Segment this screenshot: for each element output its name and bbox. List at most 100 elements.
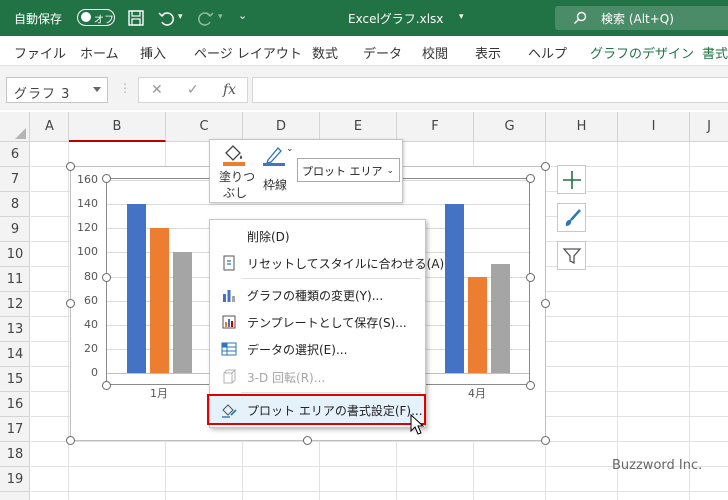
tab-chart-design[interactable]: グラフのデザイン: [590, 43, 694, 62]
cancel-icon[interactable]: ✕: [151, 82, 163, 98]
y-tick-label: 160: [77, 173, 98, 186]
row-header[interactable]: 14: [0, 342, 30, 367]
chart-type-icon: [223, 290, 235, 302]
row-header[interactable]: 15: [0, 367, 30, 392]
menu-item-reset-style[interactable]: リセットしてスタイルに合わせる(A): [210, 250, 444, 276]
plot-area-handle[interactable]: [102, 273, 111, 282]
enter-icon[interactable]: ✓: [187, 82, 199, 98]
menu-item-save-template[interactable]: テンプレートとして保存(S)...: [210, 309, 425, 335]
column-header-b[interactable]: B: [69, 112, 166, 142]
column-header-d[interactable]: D: [243, 112, 320, 142]
tab-view[interactable]: 表示: [475, 43, 501, 62]
plot-area-handle[interactable]: [526, 174, 535, 183]
tab-file[interactable]: ファイル: [14, 43, 66, 62]
insert-function-icon[interactable]: fx: [223, 82, 236, 98]
3d-rotation-icon: [223, 369, 237, 384]
mouse-cursor-icon: [410, 414, 425, 435]
menu-item-label: データの選択(E)...: [247, 343, 348, 357]
column-header-e[interactable]: E: [320, 112, 397, 142]
fill-label-2[interactable]: ぶし: [223, 184, 247, 201]
redo-dropdown-icon[interactable]: ▾: [218, 12, 223, 22]
row-header[interactable]: 11: [0, 267, 30, 292]
menu-item-label: テンプレートとして保存(S)...: [247, 316, 407, 330]
row-header[interactable]: 10: [0, 242, 30, 267]
y-tick-label: 140: [77, 197, 98, 211]
filename-dropdown-icon[interactable]: ▾: [459, 12, 464, 22]
menu-item-select-data[interactable]: データの選択(E)...: [210, 336, 425, 362]
row-header[interactable]: 13: [0, 317, 30, 342]
menu-item-3d-rotation[interactable]: 3-D 回転(R)...: [210, 364, 425, 390]
formula-bar-grip-icon[interactable]: ⋮: [119, 81, 131, 95]
menu-item-label: 削除(D): [247, 230, 290, 244]
plot-area-handle[interactable]: [526, 273, 535, 282]
chart-elements-button[interactable]: [557, 165, 586, 194]
column-header-j[interactable]: J: [690, 112, 728, 142]
tab-page-layout[interactable]: ページ レイアウト: [194, 43, 302, 62]
plot-area-handle[interactable]: [102, 174, 111, 183]
row-headers: 6 7 8 9 10 11 12 13 14 15 16 17 18 19: [0, 142, 30, 500]
column-header-h[interactable]: H: [546, 112, 618, 142]
resize-handle[interactable]: [66, 436, 75, 445]
tab-format[interactable]: 書式: [702, 43, 728, 62]
name-box[interactable]: グラフ 3: [6, 77, 108, 103]
row-header[interactable]: 17: [0, 417, 30, 442]
chart-element-select[interactable]: プロット エリア ⌄: [297, 158, 400, 182]
redo-icon[interactable]: [196, 8, 216, 28]
chevron-down-icon: ⌄: [386, 166, 394, 176]
row-header[interactable]: 8: [0, 192, 30, 217]
toggle-knob-icon: [81, 12, 91, 22]
customize-qat-icon[interactable]: ⌄: [238, 9, 247, 22]
autosave-toggle[interactable]: オフ: [77, 9, 115, 26]
name-box-dropdown-icon[interactable]: [93, 87, 101, 92]
row-header[interactable]: 12: [0, 292, 30, 317]
reset-style-icon: [223, 255, 235, 271]
column-header-a[interactable]: A: [31, 112, 69, 142]
column-header-c[interactable]: C: [166, 112, 243, 142]
outline-label[interactable]: 枠線: [263, 176, 287, 193]
undo-dropdown-icon[interactable]: ▾: [178, 12, 183, 22]
paint-bucket-icon[interactable]: [222, 144, 246, 166]
tab-data[interactable]: データ: [363, 43, 402, 62]
plot-area-handle[interactable]: [102, 381, 111, 390]
formula-input[interactable]: [252, 77, 728, 103]
row-header[interactable]: 6: [0, 142, 30, 167]
y-tick-label: 100: [77, 245, 98, 259]
column-header-f[interactable]: F: [397, 112, 474, 142]
search-box[interactable]: 検索 (Alt+Q): [555, 6, 728, 30]
formula-bar: グラフ 3 ⋮ ✕ ✓ fx: [0, 66, 728, 110]
save-template-icon: [222, 315, 236, 329]
row-header[interactable]: 16: [0, 392, 30, 417]
chart-styles-button[interactable]: [557, 203, 586, 232]
tab-insert[interactable]: 挿入: [140, 43, 166, 62]
menu-item-label: グラフの種類の変更(Y)...: [247, 289, 384, 303]
resize-handle[interactable]: [541, 162, 550, 171]
row-header[interactable]: 18: [0, 442, 30, 467]
menu-item-delete[interactable]: 削除(D): [210, 223, 425, 249]
chart-filters-button[interactable]: [557, 241, 586, 270]
watermark: Buzzword Inc.: [612, 458, 703, 473]
row-header[interactable]: 7: [0, 167, 30, 192]
resize-handle[interactable]: [541, 299, 550, 308]
plot-area-handle[interactable]: [526, 381, 535, 390]
column-header-g[interactable]: G: [474, 112, 546, 142]
tab-home[interactable]: ホーム: [80, 43, 119, 62]
tab-formulas[interactable]: 数式: [312, 43, 338, 62]
fill-label-1[interactable]: 塗りつ: [219, 168, 255, 185]
title-bar: 自動保存 オフ ▾ ▾ ⌄ Excelグラフ.xlsx ▾ 検索 (Alt+Q): [0, 0, 728, 36]
tab-review[interactable]: 校閲: [422, 43, 448, 62]
resize-handle[interactable]: [541, 436, 550, 445]
resize-handle[interactable]: [303, 436, 312, 445]
column-header-i[interactable]: I: [618, 112, 690, 142]
autosave-state: オフ: [94, 15, 114, 26]
outline-dropdown-icon[interactable]: ⌄: [286, 144, 294, 154]
menu-item-change-chart-type[interactable]: グラフの種類の変更(Y)...: [210, 282, 425, 308]
save-icon[interactable]: [126, 8, 146, 28]
row-header[interactable]: 19: [0, 467, 30, 492]
row-header[interactable]: 9: [0, 217, 30, 242]
undo-icon[interactable]: [156, 8, 176, 28]
select-all-corner[interactable]: [0, 112, 30, 142]
tab-help[interactable]: ヘルプ: [528, 43, 567, 62]
resize-handle[interactable]: [66, 299, 75, 308]
resize-handle[interactable]: [66, 162, 75, 171]
pen-outline-icon[interactable]: [262, 144, 286, 166]
